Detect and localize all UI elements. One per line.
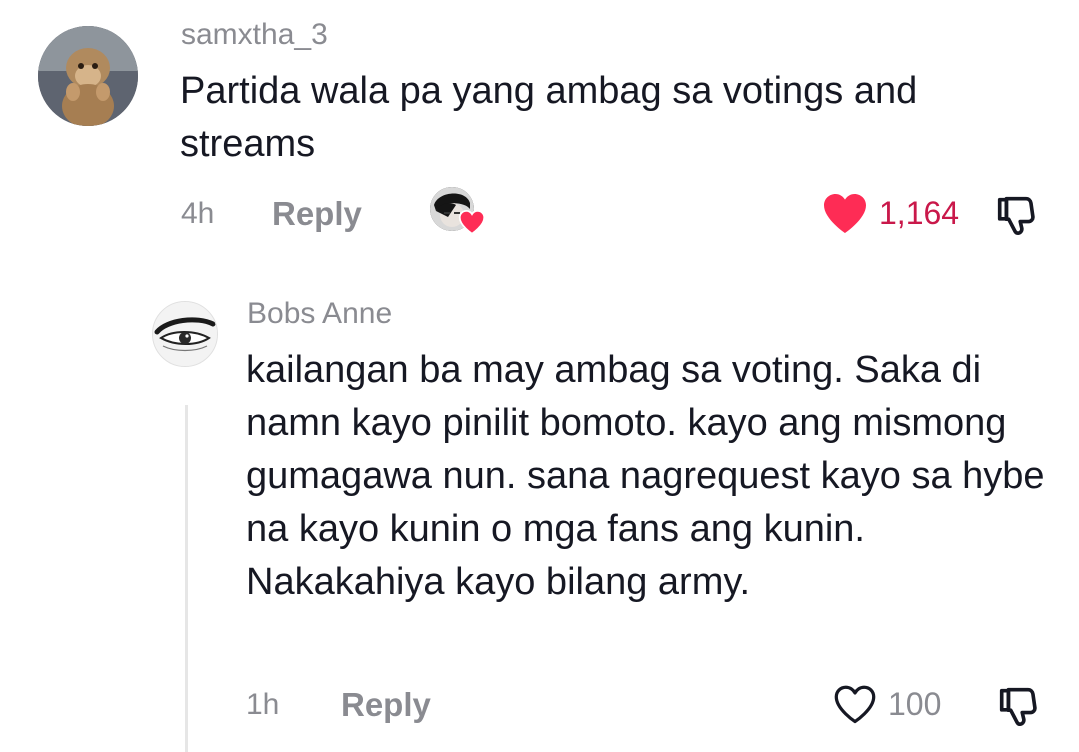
heart-outline-icon (834, 685, 876, 724)
heart-filled-icon (824, 194, 866, 233)
reply-text: kailangan ba may ambag sa voting. Saka d… (246, 349, 1045, 603)
reply-like-button[interactable]: 100 (832, 683, 941, 725)
heart-icon (458, 210, 486, 235)
monkey-avatar-icon (38, 26, 138, 126)
thread-line (185, 405, 188, 752)
comment-text: Partida wala pa yang ambag sa votings an… (180, 70, 918, 165)
reply-reply-button[interactable]: Reply (341, 688, 431, 721)
reply-username[interactable]: Bobs Anne (247, 299, 392, 329)
eye-sketch-avatar-icon (153, 302, 217, 366)
reply-dislike-icon[interactable] (995, 683, 1041, 729)
like-count: 1,164 (879, 195, 960, 231)
comment-username[interactable]: samxtha_3 (181, 20, 328, 50)
avatar[interactable] (38, 26, 138, 126)
reply-button[interactable]: Reply (272, 197, 362, 230)
liked-by-creator-badge (430, 187, 486, 237)
reply-timestamp: 1h (246, 688, 280, 721)
dislike-icon[interactable] (993, 192, 1039, 238)
reply-avatar[interactable] (152, 301, 218, 367)
comment-timestamp: 4h (181, 197, 215, 230)
like-button[interactable]: 1,164 (821, 191, 959, 235)
reply-like-count: 100 (888, 686, 942, 722)
